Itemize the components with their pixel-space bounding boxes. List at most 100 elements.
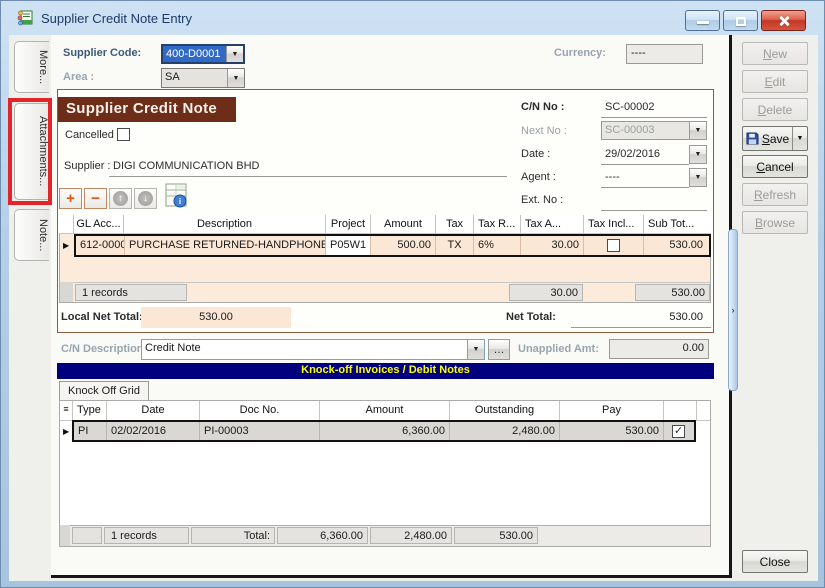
cancel-button[interactable]: Cancel xyxy=(742,155,808,178)
sidebar-tab-more[interactable]: More... xyxy=(14,41,49,93)
new-button[interactable]: New xyxy=(742,42,808,65)
col-gl-acc[interactable]: GL Acc... xyxy=(74,215,124,234)
col-outstanding[interactable]: Outstanding xyxy=(450,401,560,421)
title-bar[interactable]: Supplier Credit Note Entry xyxy=(1,1,825,35)
cn-description-value: Credit Note xyxy=(142,340,467,359)
col-ko-amount[interactable]: Amount xyxy=(320,401,450,421)
supplier-label: Supplier : xyxy=(64,160,110,172)
net-total-value: 530.00 xyxy=(571,311,707,323)
pay-checkbox[interactable]: ✓ xyxy=(672,425,685,438)
sidebar-tab-note[interactable]: Note... xyxy=(14,209,49,261)
agent-dropdown[interactable]: ▼ xyxy=(689,168,707,187)
col-doc-no[interactable]: Doc No. xyxy=(200,401,320,421)
detail-sub-total-total: 530.00 xyxy=(635,284,710,301)
col-project[interactable]: Project xyxy=(326,215,371,234)
cell-pay-check: ✓ xyxy=(664,422,694,440)
detail-tax-amount-total: 30.00 xyxy=(509,284,583,301)
col-pay[interactable]: Pay xyxy=(560,401,664,421)
col-tax[interactable]: Tax xyxy=(436,215,474,234)
cell-description: PURCHASE RETURNED-HANDPHONES xyxy=(125,236,326,255)
move-row-down-button[interactable]: ↓ xyxy=(134,188,157,209)
move-row-up-button[interactable]: ↑ xyxy=(109,188,132,209)
next-no-combo[interactable]: SC-00003 ▼ xyxy=(601,121,707,140)
supplier-code-combo[interactable]: 400-D0001 ▼ xyxy=(161,44,245,64)
tax-inclusive-checkbox[interactable] xyxy=(607,239,620,252)
refresh-button[interactable]: Refresh xyxy=(742,183,808,206)
local-net-total-label: Local Net Total: xyxy=(61,311,143,323)
supplier-code-label: Supplier Code: xyxy=(63,47,141,59)
tax-calculator-button[interactable]: i xyxy=(163,183,189,212)
app-icon xyxy=(17,9,35,30)
date-label: Date : xyxy=(521,148,550,160)
add-row-button[interactable]: + xyxy=(59,188,82,209)
edit-button[interactable]: Edit xyxy=(742,70,808,93)
col-tax-inclusive[interactable]: Tax Incl... xyxy=(584,215,644,234)
cell-outstanding: 2,480.00 xyxy=(450,422,560,440)
knockoff-banner: Knock-off Invoices / Debit Notes xyxy=(57,363,714,379)
cell-tax-rate: 6% xyxy=(474,236,521,255)
area-value: SA xyxy=(162,69,227,87)
panel-splitter[interactable]: › xyxy=(728,229,738,391)
cn-no-label: C/N No : xyxy=(521,101,564,113)
col-amount[interactable]: Amount xyxy=(371,215,436,234)
detail-grid-row[interactable]: 612-0000 PURCHASE RETURNED-HANDPHONES P0… xyxy=(74,234,711,257)
chevron-down-icon[interactable]: ▼ xyxy=(689,168,707,187)
cell-pay: 530.00 xyxy=(560,422,664,440)
browse-button[interactable]: Browse xyxy=(742,211,808,234)
col-tax-amount[interactable]: Tax A... xyxy=(521,215,584,234)
ko-records-count: 1 records xyxy=(104,527,189,544)
cell-project: P05W1 xyxy=(326,236,371,255)
cn-description-more-button[interactable]: … xyxy=(488,339,510,360)
ko-pay-total: 530.00 xyxy=(454,527,538,544)
arrow-down-icon: ↓ xyxy=(138,191,153,206)
col-filler xyxy=(697,401,710,421)
close-window-button[interactable] xyxy=(761,10,806,31)
ellipsis-icon[interactable]: … xyxy=(488,339,510,360)
ext-no-underline xyxy=(601,210,707,211)
chevron-down-icon: ▼ xyxy=(797,135,804,142)
close-button[interactable]: Close xyxy=(742,550,808,573)
remove-row-button[interactable]: − xyxy=(84,188,107,209)
chevron-down-icon[interactable]: ▼ xyxy=(689,122,706,139)
area-label: Area : xyxy=(63,71,94,83)
save-button[interactable]: Save ▼ xyxy=(742,126,808,151)
chevron-down-icon[interactable]: ▼ xyxy=(227,69,244,87)
cancelled-label: Cancelled xyxy=(65,129,114,141)
chevron-down-icon[interactable]: ▼ xyxy=(467,340,484,359)
maximize-button[interactable] xyxy=(723,10,758,31)
agent-underline xyxy=(601,187,689,188)
knockoff-grid-row[interactable]: PI 02/02/2016 PI-00003 6,360.00 2,480.00… xyxy=(72,420,696,442)
local-net-total-value: 530.00 xyxy=(141,307,291,328)
col-description[interactable]: Description xyxy=(124,215,326,234)
tab-knock-off-grid[interactable]: Knock Off Grid xyxy=(59,381,149,401)
col-tax-rate[interactable]: Tax R... xyxy=(474,215,521,234)
date-underline xyxy=(601,164,689,165)
col-sub-total[interactable]: Sub Tot... xyxy=(644,215,711,234)
maximize-icon xyxy=(736,17,746,26)
date-dropdown[interactable]: ▼ xyxy=(689,145,707,164)
minimize-button[interactable] xyxy=(685,10,720,31)
ko-amount-total: 6,360.00 xyxy=(277,527,368,544)
save-dropdown-button[interactable]: ▼ xyxy=(792,127,807,150)
supplier-code-value: 400-D0001 xyxy=(163,46,226,62)
cell-ko-amount: 6,360.00 xyxy=(320,422,450,440)
col-date[interactable]: Date xyxy=(107,401,200,421)
cell-tax-inclusive xyxy=(584,236,644,255)
chevron-right-icon: › xyxy=(732,305,735,315)
area-combo[interactable]: SA ▼ xyxy=(161,68,245,88)
chevron-down-icon[interactable]: ▼ xyxy=(226,46,243,62)
cancelled-checkbox[interactable] xyxy=(117,128,130,141)
cell-date: 02/02/2016 xyxy=(107,422,200,440)
ko-outstanding-total: 2,480.00 xyxy=(370,527,452,544)
cn-no-value: SC-00002 xyxy=(605,101,655,113)
currency-label: Currency: xyxy=(554,47,606,59)
col-pay-check xyxy=(664,401,697,421)
grid-menu-icon[interactable]: ≡ xyxy=(60,401,73,421)
cn-description-combo[interactable]: Credit Note ▼ xyxy=(141,339,485,360)
col-type[interactable]: Type xyxy=(73,401,107,421)
save-icon xyxy=(746,132,759,145)
delete-button[interactable]: Delete xyxy=(742,98,808,121)
plus-icon: + xyxy=(66,191,75,206)
chevron-down-icon[interactable]: ▼ xyxy=(689,145,707,164)
row-indicator-icon: ▶ xyxy=(63,241,69,250)
